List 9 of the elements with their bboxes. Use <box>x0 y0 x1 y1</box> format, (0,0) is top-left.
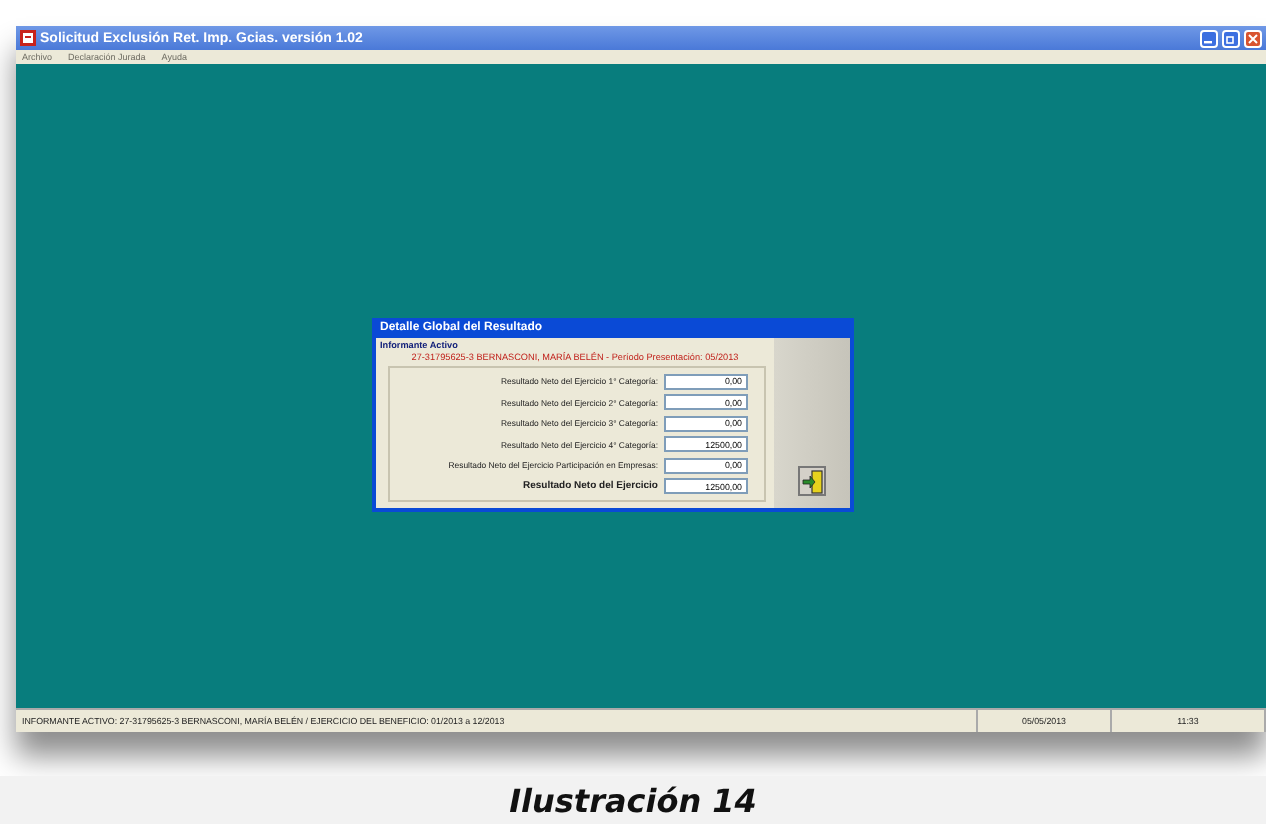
exit-button[interactable] <box>798 466 826 496</box>
close-button[interactable] <box>1244 29 1262 47</box>
app-icon <box>20 30 36 46</box>
close-icon <box>1248 33 1258 43</box>
restore-icon <box>1226 33 1236 43</box>
restore-button[interactable] <box>1222 29 1240 47</box>
minimize-button[interactable] <box>1200 29 1218 47</box>
door-arrow-icon <box>801 469 823 493</box>
figure-caption: Ilustración 14 <box>509 781 757 819</box>
